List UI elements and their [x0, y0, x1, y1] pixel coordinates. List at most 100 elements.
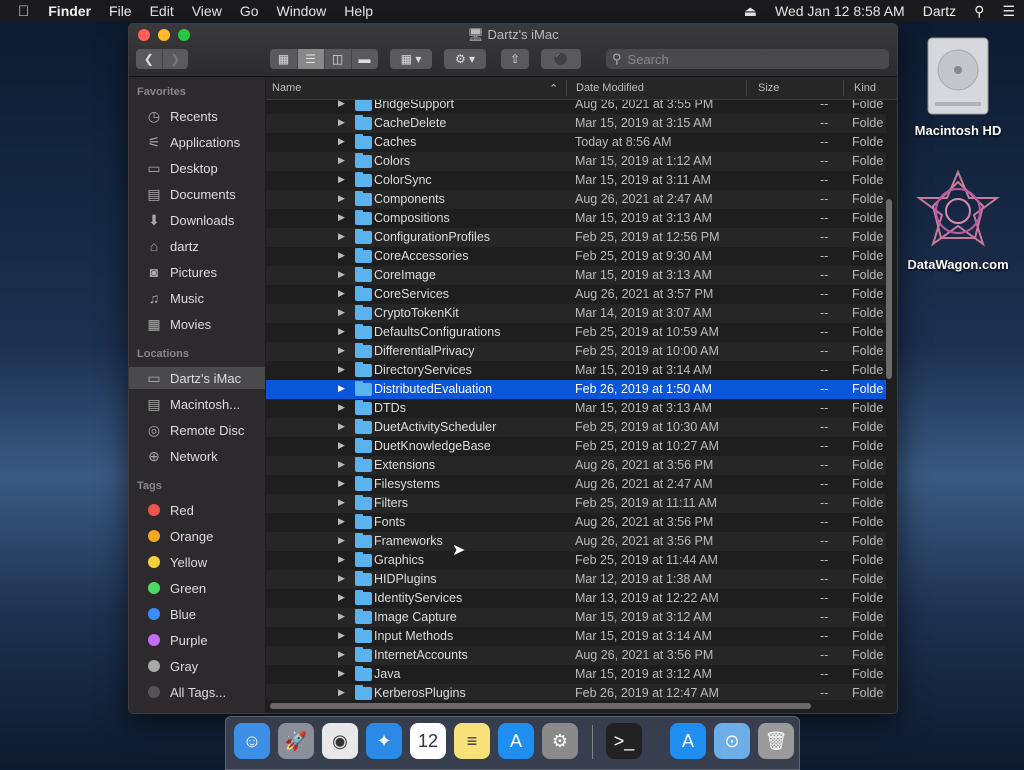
sidebar-tag-orange[interactable]: Orange: [129, 525, 265, 547]
file-row[interactable]: ▶ Image Capture Mar 15, 2019 at 3:12 AM -- F…: [266, 608, 886, 627]
chrome-icon[interactable]: ◉: [322, 723, 358, 759]
file-row[interactable]: ▶ Java Mar 15, 2019 at 3:12 AM -- Folde: [266, 665, 886, 684]
disclosure-triangle-icon[interactable]: ▶: [338, 326, 345, 337]
disclosure-triangle-icon[interactable]: ▶: [338, 100, 345, 109]
file-row[interactable]: ▶ DuetActivityScheduler Feb 25, 2019 at 10…: [266, 418, 886, 437]
icon-view-button[interactable]: ▦: [271, 49, 298, 69]
sidebar-item-macintosh[interactable]: ▤ Macintosh...: [129, 393, 265, 415]
system-preferences-icon[interactable]: ⚙: [542, 723, 578, 759]
sidebar-tag-all-tags[interactable]: All Tags...: [129, 681, 265, 703]
sidebar-item-applications[interactable]: ⚟ Applications: [129, 131, 265, 153]
sidebar-item-downloads[interactable]: ⬇ Downloads: [129, 209, 265, 231]
disclosure-triangle-icon[interactable]: ▶: [338, 630, 345, 641]
file-row[interactable]: ▶ CoreServices Aug 26, 2021 at 3:57 PM -- Fo…: [266, 285, 886, 304]
menu-app-finder[interactable]: Finder: [39, 3, 100, 19]
safari-icon[interactable]: ✦: [366, 723, 402, 759]
disclosure-triangle-icon[interactable]: ▶: [338, 155, 345, 166]
disclosure-triangle-icon[interactable]: ▶: [338, 136, 345, 147]
disclosure-triangle-icon[interactable]: ▶: [338, 269, 345, 280]
action-gear-button[interactable]: ⚙ ▾: [444, 49, 486, 69]
column-header-date[interactable]: Date Modified: [576, 82, 644, 94]
disclosure-triangle-icon[interactable]: ▶: [338, 554, 345, 565]
file-row[interactable]: ▶ DuetKnowledgeBase Feb 25, 2019 at 10:27 …: [266, 437, 886, 456]
disclosure-triangle-icon[interactable]: ▶: [338, 383, 345, 394]
disclosure-triangle-icon[interactable]: ▶: [338, 478, 345, 489]
column-header-kind[interactable]: Kind: [854, 82, 876, 94]
sidebar-tag-purple[interactable]: Purple: [129, 629, 265, 651]
file-row[interactable]: ▶ Caches Today at 8:56 AM -- Folde: [266, 133, 886, 152]
sidebar-item-pictures[interactable]: ◙ Pictures: [129, 261, 265, 283]
file-row[interactable]: ▶ Input Methods Mar 15, 2019 at 3:14 AM -- F…: [266, 627, 886, 646]
disclosure-triangle-icon[interactable]: ▶: [338, 592, 345, 603]
disclosure-triangle-icon[interactable]: ▶: [338, 402, 345, 413]
disclosure-triangle-icon[interactable]: ▶: [338, 440, 345, 451]
forward-button[interactable]: ❯: [163, 49, 189, 69]
file-row[interactable]: ▶ DirectoryServices Mar 15, 2019 at 3:14 A…: [266, 361, 886, 380]
user-menu[interactable]: Dartz: [914, 3, 965, 19]
file-row[interactable]: ▶ Fonts Aug 26, 2021 at 3:56 PM -- Folde: [266, 513, 886, 532]
file-row[interactable]: ▶ Compositions Mar 15, 2019 at 3:13 AM -- Fo…: [266, 209, 886, 228]
app-store-icon[interactable]: A: [498, 723, 534, 759]
sidebar-item-desktop[interactable]: ▭ Desktop: [129, 157, 265, 179]
sidebar-item-music[interactable]: ♫ Music: [129, 287, 265, 309]
file-row[interactable]: ▶ DTDs Mar 15, 2019 at 3:13 AM -- Folde: [266, 399, 886, 418]
sidebar-item-recents[interactable]: ◷ Recents: [129, 105, 265, 127]
file-row[interactable]: ▶ InternetAccounts Aug 26, 2021 at 3:56 PM…: [266, 646, 886, 665]
sidebar-tag-green[interactable]: Green: [129, 577, 265, 599]
file-row[interactable]: ▶ IdentityServices Mar 13, 2019 at 12:22 A…: [266, 589, 886, 608]
file-row[interactable]: ▶ CoreAccessories Feb 25, 2019 at 9:30 AM -…: [266, 247, 886, 266]
group-by-button[interactable]: ▦ ▾: [390, 49, 432, 69]
column-header-name[interactable]: Name: [272, 82, 301, 94]
tags-button[interactable]: ⚫: [541, 49, 581, 69]
file-row[interactable]: ▶ CacheDelete Mar 15, 2019 at 3:15 AM -- Fol…: [266, 114, 886, 133]
desktop-icon-macintosh-hd[interactable]: Macintosh HD: [898, 32, 1018, 138]
finder-icon[interactable]: ☺: [234, 723, 270, 759]
horizontal-scrollbar[interactable]: [270, 703, 811, 709]
menu-file[interactable]: File: [100, 3, 141, 19]
vertical-scrollbar[interactable]: [886, 199, 892, 379]
share-button[interactable]: ⇧: [501, 49, 529, 69]
spotlight-search-icon[interactable]: ⚲: [965, 3, 993, 20]
file-row[interactable]: ▶ Filesystems Aug 26, 2021 at 2:47 AM -- Fol…: [266, 475, 886, 494]
column-view-button[interactable]: ◫: [325, 49, 352, 69]
file-row[interactable]: ▶ Filters Feb 25, 2019 at 11:11 AM -- Folde: [266, 494, 886, 513]
sidebar-item-dartz-s-imac[interactable]: ▭ Dartz's iMac: [129, 367, 265, 389]
search-field[interactable]: ⚲ Search: [606, 49, 889, 69]
disclosure-triangle-icon[interactable]: ▶: [338, 421, 345, 432]
disclosure-triangle-icon[interactable]: ▶: [338, 231, 345, 242]
eject-icon[interactable]: ⏏: [735, 3, 766, 20]
apple-menu-icon[interactable]: : [0, 3, 39, 20]
menu-edit[interactable]: Edit: [141, 3, 183, 19]
disclosure-triangle-icon[interactable]: ▶: [338, 516, 345, 527]
file-row[interactable]: ▶ ColorSync Mar 15, 2019 at 3:11 AM -- Folde: [266, 171, 886, 190]
clock[interactable]: Wed Jan 12 8:58 AM: [766, 3, 914, 19]
trash-icon[interactable]: 🗑: [758, 723, 794, 759]
disclosure-triangle-icon[interactable]: ▶: [338, 364, 345, 375]
file-row[interactable]: ▶ Extensions Aug 26, 2021 at 3:56 PM -- Fold…: [266, 456, 886, 475]
disclosure-triangle-icon[interactable]: ▶: [338, 649, 345, 660]
disclosure-triangle-icon[interactable]: ▶: [338, 345, 345, 356]
sidebar-item-network[interactable]: ⊕ Network: [129, 445, 265, 467]
notification-center-icon[interactable]: ☰: [993, 3, 1024, 20]
calendar-icon[interactable]: 12: [410, 723, 446, 759]
file-row[interactable]: ▶ CoreImage Mar 15, 2019 at 3:13 AM -- Folde: [266, 266, 886, 285]
sidebar-tag-blue[interactable]: Blue: [129, 603, 265, 625]
file-row[interactable]: ▶ Graphics Feb 25, 2019 at 11:44 AM -- Folde: [266, 551, 886, 570]
sidebar-item-movies[interactable]: ▦ Movies: [129, 313, 265, 335]
column-header-size[interactable]: Size: [758, 82, 779, 94]
sidebar-tag-red[interactable]: Red: [129, 499, 265, 521]
launchpad-icon[interactable]: 🚀: [278, 723, 314, 759]
file-row[interactable]: ▶ Components Aug 26, 2021 at 2:47 AM -- Fold…: [266, 190, 886, 209]
file-row[interactable]: ▶ Colors Mar 15, 2019 at 1:12 AM -- Folde: [266, 152, 886, 171]
disclosure-triangle-icon[interactable]: ▶: [338, 307, 345, 318]
disclosure-triangle-icon[interactable]: ▶: [338, 459, 345, 470]
disclosure-triangle-icon[interactable]: ▶: [338, 193, 345, 204]
downloads-folder-icon[interactable]: ⊙: [714, 723, 750, 759]
disclosure-triangle-icon[interactable]: ▶: [338, 174, 345, 185]
disclosure-triangle-icon[interactable]: ▶: [338, 668, 345, 679]
disclosure-triangle-icon[interactable]: ▶: [338, 250, 345, 261]
sidebar-tag-gray[interactable]: Gray: [129, 655, 265, 677]
sidebar-item-documents[interactable]: ▤ Documents: [129, 183, 265, 205]
menu-help[interactable]: Help: [335, 3, 382, 19]
disclosure-triangle-icon[interactable]: ▶: [338, 573, 345, 584]
